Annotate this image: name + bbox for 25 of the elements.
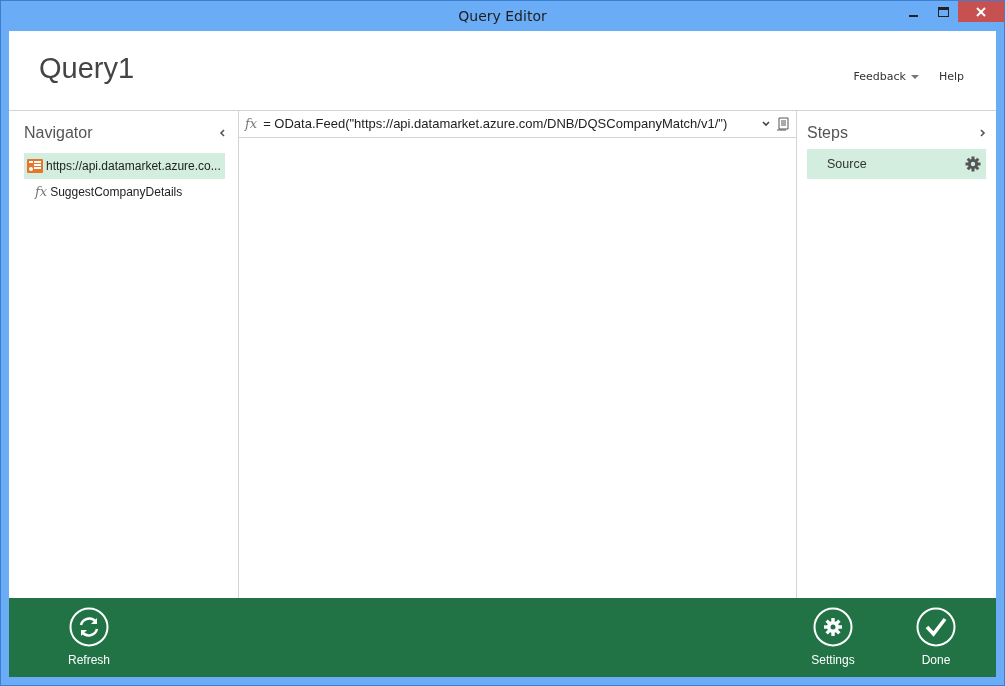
panel-title: Steps xyxy=(807,123,848,143)
window-title: Query Editor xyxy=(458,6,547,26)
table-icon xyxy=(27,159,43,173)
header-link[interactable]: Feedback xyxy=(853,69,919,86)
step-item[interactable]: Source xyxy=(807,149,986,179)
header-link[interactable]: Help xyxy=(938,69,964,86)
refresh-button[interactable]: Refresh xyxy=(59,606,119,669)
document-icon[interactable] xyxy=(776,116,790,132)
formula-text: = OData.Feed("https://api.datamarket.azure.com/DNB/DQSCompanyMatch/v1/") xyxy=(263,115,729,134)
function-icon: fx xyxy=(35,182,48,202)
expand-panel-icon[interactable] xyxy=(980,129,986,137)
navigator-item[interactable]: https://api.datamarket.azure.co... xyxy=(24,153,225,179)
collapse-icon[interactable] xyxy=(219,129,225,137)
panel-title: Navigator xyxy=(24,123,93,143)
done-button[interactable]: Done xyxy=(906,606,966,669)
close-button[interactable] xyxy=(958,1,1004,22)
settings-button[interactable]: Settings xyxy=(803,606,863,669)
close-icon xyxy=(976,6,986,17)
settings-icon[interactable] xyxy=(965,156,981,172)
navigator-item[interactable]: fx SuggestCompanyDetails xyxy=(24,179,225,205)
query-title: Query1 xyxy=(39,50,136,86)
expand-icon[interactable] xyxy=(762,121,770,127)
maximize-icon xyxy=(937,7,949,17)
minimize-icon xyxy=(908,15,918,17)
function-icon: fx xyxy=(245,114,258,134)
